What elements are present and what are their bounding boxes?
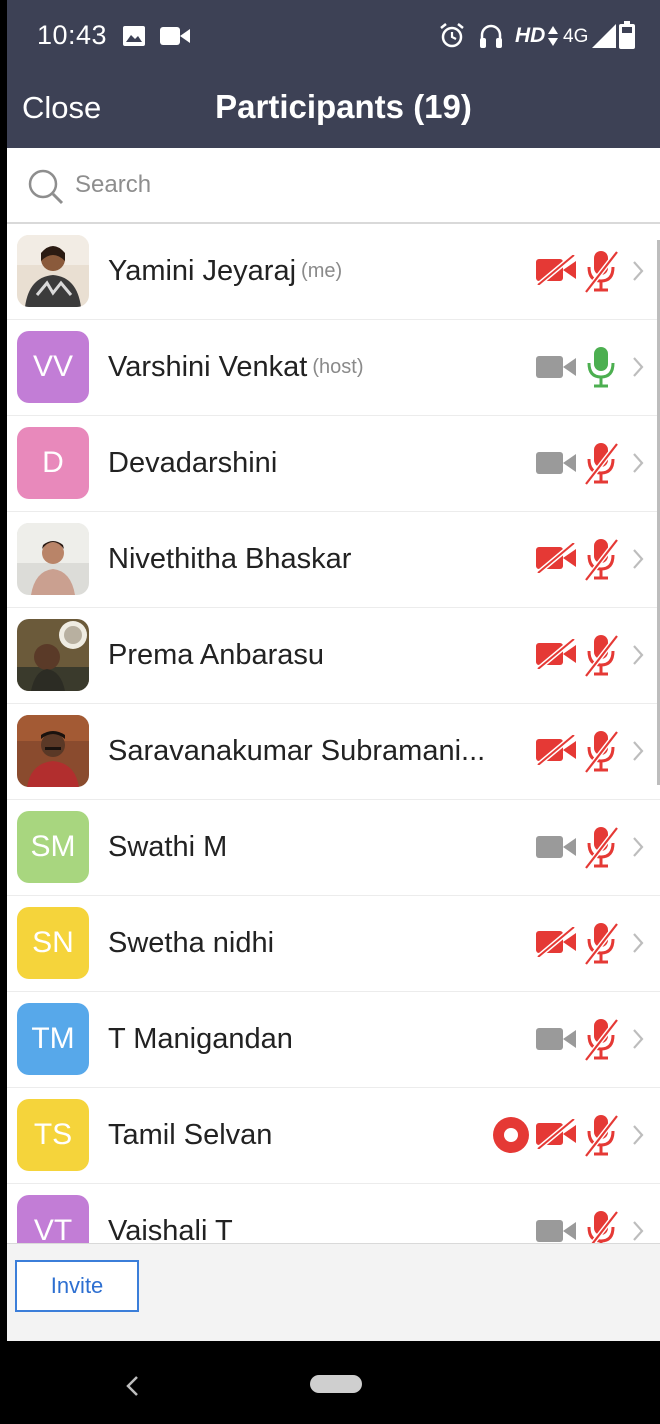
mic-muted-icon[interactable] <box>583 921 619 966</box>
chevron-right-icon[interactable] <box>632 1028 644 1050</box>
participant-row[interactable]: SM Swathi M <box>7 799 660 896</box>
participant-row[interactable]: Yamini Jeyaraj (me) <box>7 223 660 320</box>
mic-muted-icon[interactable] <box>583 1017 619 1062</box>
chevron-right-icon[interactable] <box>632 740 644 762</box>
search-input[interactable] <box>75 168 615 202</box>
recording-icon <box>493 1117 529 1153</box>
avatar-initials: D <box>42 446 64 479</box>
mic-muted-icon[interactable] <box>583 441 619 486</box>
video-off-icon[interactable] <box>536 1117 578 1151</box>
mic-muted-icon[interactable] <box>583 1209 619 1243</box>
search-icon <box>28 169 64 205</box>
participant-name: Yamini Jeyaraj <box>108 254 297 287</box>
participant-row[interactable]: VV Varshini Venkat (host) <box>7 319 660 416</box>
participant-name: Devadarshini <box>108 446 278 479</box>
avatar-initials: SM <box>30 830 76 863</box>
avatar-initials: TS <box>33 1118 73 1151</box>
chevron-right-icon[interactable] <box>632 356 644 378</box>
video-off-icon[interactable] <box>536 253 578 287</box>
participant-row[interactable]: TS Tamil Selvan <box>7 1087 660 1184</box>
mic-muted-icon[interactable] <box>583 249 619 294</box>
video-on-icon[interactable] <box>536 450 578 476</box>
chevron-right-icon[interactable] <box>632 932 644 954</box>
participant-row[interactable]: VT Vaishali T <box>7 1183 660 1243</box>
signal-icon <box>592 24 616 48</box>
participant-row[interactable]: Saravanakumar Subramani... <box>7 703 660 800</box>
avatar: SM <box>17 811 89 883</box>
avatar <box>17 715 89 787</box>
participant-role-tag: (me) <box>301 259 343 282</box>
home-pill-button[interactable] <box>310 1375 362 1393</box>
chevron-right-icon[interactable] <box>632 1220 644 1242</box>
participant-row[interactable]: TM T Manigandan <box>7 991 660 1088</box>
participant-name: Swathi M <box>108 830 228 863</box>
video-on-icon[interactable] <box>536 834 578 860</box>
page-title: Participants (19) <box>215 88 472 125</box>
participant-name: Nivethitha Bhaskar <box>108 542 352 575</box>
video-on-icon[interactable] <box>536 354 578 380</box>
video-call-status-icon <box>160 27 190 45</box>
video-on-icon[interactable] <box>536 1026 578 1052</box>
chevron-right-icon[interactable] <box>632 1124 644 1146</box>
participant-name: Swetha nidhi <box>108 926 275 959</box>
avatar <box>17 523 89 595</box>
avatar: VT <box>17 1195 89 1243</box>
avatar-initials: VV <box>32 350 74 383</box>
participant-name: Prema Anbarasu <box>108 638 325 671</box>
search-bar <box>7 148 660 224</box>
avatar: SN <box>17 907 89 979</box>
video-off-icon[interactable] <box>536 541 578 575</box>
participant-row[interactable]: Nivethitha Bhaskar <box>7 511 660 608</box>
mic-muted-icon[interactable] <box>583 1113 619 1158</box>
participant-row[interactable]: D Devadarshini <box>7 415 660 512</box>
avatar-initials: VT <box>33 1214 73 1243</box>
chevron-right-icon[interactable] <box>632 260 644 282</box>
participant-name: Varshini Venkat <box>108 350 308 383</box>
app-screen: 10:43 HD 4G Close Participants (19) Sear… <box>7 0 660 1424</box>
avatar-initials: TM <box>31 1022 75 1055</box>
chevron-right-icon[interactable] <box>632 548 644 570</box>
participant-row[interactable]: SN Swetha nidhi <box>7 895 660 992</box>
hd-voice-label: HD <box>515 24 546 47</box>
participant-name: Vaishali T <box>108 1214 233 1244</box>
participant-name: Saravanakumar Subramani... <box>108 734 486 767</box>
back-icon[interactable] <box>125 1375 139 1397</box>
mic-muted-icon[interactable] <box>583 729 619 774</box>
chevron-right-icon[interactable] <box>632 452 644 474</box>
participant-list[interactable]: Yamini Jeyaraj (me) VV Varshini Venkat (host… <box>7 223 660 1243</box>
network-type-label: 4G <box>563 26 589 47</box>
avatar-initials: SN <box>32 926 74 959</box>
mic-muted-icon[interactable] <box>583 537 619 582</box>
gallery-icon <box>123 26 145 46</box>
chevron-right-icon[interactable] <box>632 836 644 858</box>
invite-button[interactable]: Invite <box>15 1260 139 1312</box>
battery-icon <box>619 21 635 49</box>
header-bar: Close Participants (19) <box>7 72 660 148</box>
avatar: VV <box>17 331 89 403</box>
video-off-icon[interactable] <box>536 733 578 767</box>
participant-name: Tamil Selvan <box>108 1118 273 1151</box>
data-activity-icon <box>548 26 558 46</box>
participant-role-tag: (host) <box>312 355 364 378</box>
status-bar: 10:43 HD 4G <box>7 0 660 72</box>
alarm-icon <box>440 23 464 48</box>
mic-muted-icon[interactable] <box>583 633 619 678</box>
participant-row[interactable]: Prema Anbarasu <box>7 607 660 704</box>
mic-muted-icon[interactable] <box>583 825 619 870</box>
avatar: TM <box>17 1003 89 1075</box>
mic-on-icon[interactable] <box>583 345 619 389</box>
video-off-icon[interactable] <box>536 925 578 959</box>
avatar: D <box>17 427 89 499</box>
video-off-icon[interactable] <box>536 637 578 671</box>
headphones-icon <box>480 24 502 48</box>
status-time: 10:43 <box>37 20 108 50</box>
participant-name: T Manigandan <box>108 1022 293 1055</box>
footer: Invite <box>7 1243 660 1342</box>
video-on-icon[interactable] <box>536 1218 578 1243</box>
avatar <box>17 619 89 691</box>
navigation-bar <box>7 1341 660 1424</box>
avatar <box>17 235 89 307</box>
avatar: TS <box>17 1099 89 1171</box>
chevron-right-icon[interactable] <box>632 644 644 666</box>
